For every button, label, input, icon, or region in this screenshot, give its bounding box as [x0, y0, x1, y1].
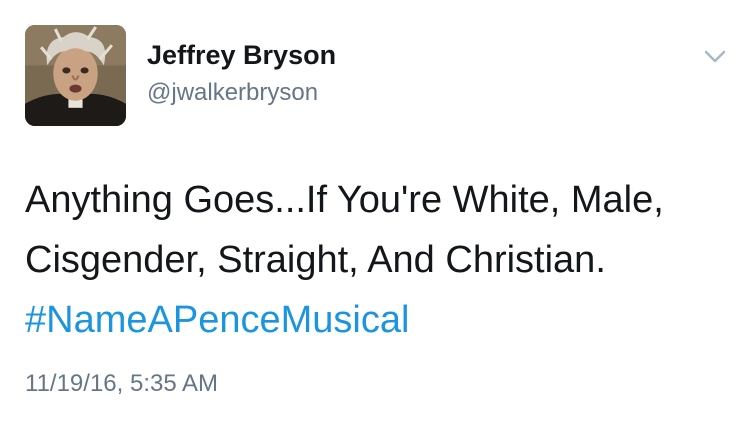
hashtag-link[interactable]: #NameAPenceMusical	[25, 299, 409, 341]
author-handle[interactable]: @jwalkerbryson	[147, 79, 318, 107]
tweet-card: Jeffrey Bryson @jwalkerbryson Anything G…	[0, 0, 750, 426]
chevron-down-icon	[704, 50, 726, 63]
author-display-name[interactable]: Jeffrey Bryson	[147, 40, 336, 71]
tweet-hashtag-line: #NameAPenceMusical	[25, 290, 725, 350]
avatar-photo-icon	[25, 25, 126, 126]
tweet-text-line: Anything Goes...If You're White, Male,	[25, 179, 664, 221]
avatar[interactable]	[25, 25, 126, 126]
tweet-timestamp[interactable]: 11/19/16, 5:35 AM	[25, 370, 218, 398]
tweet-text: Anything Goes...If You're White, Male, C…	[25, 170, 725, 350]
tweet-menu-button[interactable]	[700, 45, 730, 69]
tweet-text-line: Cisgender, Straight, And Christian.	[25, 239, 606, 281]
